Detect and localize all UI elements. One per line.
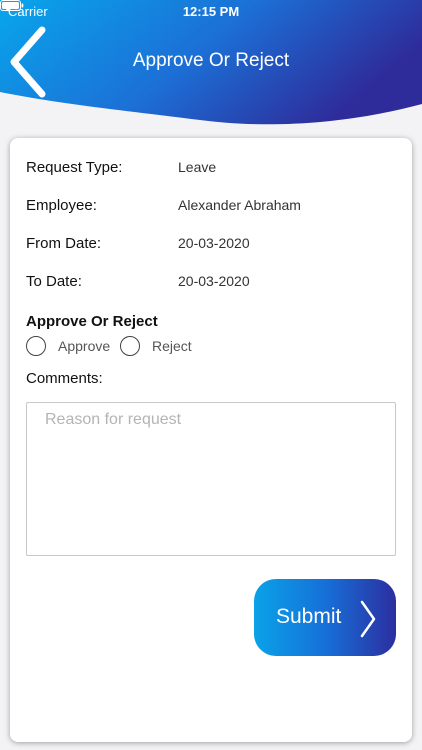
clock-label: 12:15 PM	[182, 4, 240, 19]
from-date-value: 20-03-2020	[178, 235, 250, 251]
reject-radio-circle[interactable]	[120, 336, 140, 356]
comments-textarea[interactable]	[26, 402, 396, 556]
from-date-row: From Date: 20-03-2020	[26, 235, 396, 255]
decision-title: Approve Or Reject	[26, 313, 158, 330]
to-date-value: 20-03-2020	[178, 273, 250, 289]
chevron-right-icon	[360, 600, 376, 638]
reject-radio[interactable]: Reject	[120, 336, 210, 360]
comments-label: Comments:	[26, 370, 103, 387]
to-date-row: To Date: 20-03-2020	[26, 273, 396, 293]
employee-value: Alexander Abraham	[178, 197, 301, 213]
submit-label: Submit	[276, 605, 342, 628]
header: Carrier 12:15 PM Approve Or Reject	[0, 0, 422, 128]
status-bar: Carrier 12:15 PM	[0, 0, 422, 22]
approve-radio-circle[interactable]	[26, 336, 46, 356]
from-date-label: From Date:	[26, 235, 102, 252]
employee-label: Employee:	[26, 197, 97, 214]
request-type-label: Request Type:	[26, 159, 123, 176]
decision-radio-group: Approve Reject	[26, 336, 326, 360]
approve-reject-screen: Carrier 12:15 PM Approve Or Reject Reque…	[0, 0, 422, 750]
page-title: Approve Or Reject	[132, 50, 290, 71]
submit-button[interactable]: Submit	[254, 579, 396, 656]
request-type-value: Leave	[178, 159, 217, 175]
employee-row: Employee: Alexander Abraham	[26, 197, 396, 217]
battery-icon	[0, 0, 24, 11]
reject-radio-label[interactable]: Reject	[152, 338, 192, 354]
approve-radio-label[interactable]: Approve	[58, 338, 110, 354]
to-date-label: To Date:	[26, 273, 82, 290]
approval-form-card: Request Type: Leave Employee: Alexander …	[10, 138, 412, 742]
request-type-row: Request Type: Leave	[26, 159, 396, 179]
approve-radio[interactable]: Approve	[26, 336, 122, 360]
